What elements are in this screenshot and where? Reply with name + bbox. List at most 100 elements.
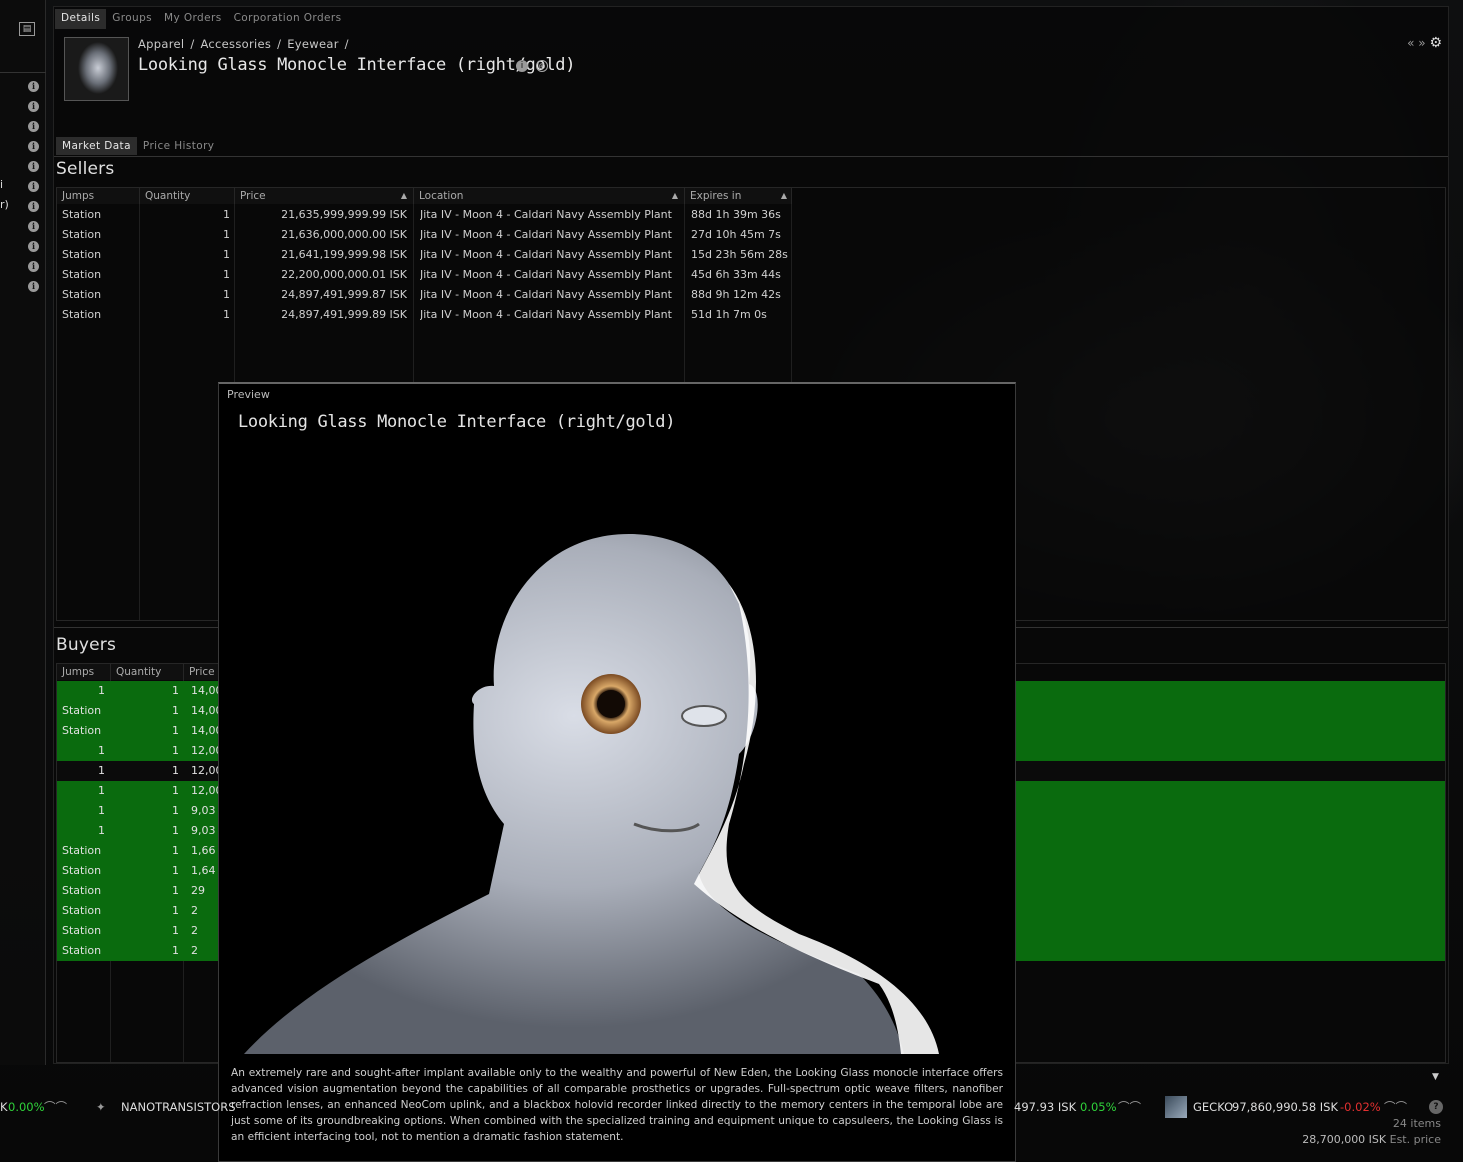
est-price-value: 28,700,000 ISK: [1302, 1133, 1387, 1146]
column-header-expires[interactable]: Expires in ▲: [685, 188, 792, 204]
cell-quantity: 1: [172, 684, 179, 697]
cell-quantity: 1: [172, 904, 179, 917]
cell-quantity: 1: [223, 288, 230, 301]
cell-jumps: Station: [62, 268, 102, 281]
info-icon[interactable]: i: [28, 121, 39, 132]
info-icon[interactable]: i: [28, 221, 39, 232]
dropdown-arrow-icon[interactable]: ▼: [1432, 1072, 1439, 1082]
cell-quantity: 1: [172, 824, 179, 837]
tab-my-orders[interactable]: My Orders: [158, 9, 228, 29]
info-icon[interactable]: i: [28, 201, 39, 212]
gecko-drone-icon[interactable]: [1165, 1096, 1187, 1118]
cell-jumps: 1: [98, 684, 105, 697]
sort-asc-icon: ▲: [671, 191, 678, 200]
info-icon[interactable]: i: [28, 261, 39, 272]
column-header-jumps[interactable]: Jumps: [57, 188, 140, 204]
info-icon[interactable]: i: [28, 181, 39, 192]
breadcrumb[interactable]: Apparel / Accessories / Eyewear /: [138, 37, 349, 51]
cell-jumps: Station: [62, 208, 102, 221]
table-row[interactable]: Station 1 21,636,000,000.00 ISK Jita IV - M…: [57, 225, 797, 245]
market-ticker: K 0.00% ⌒⌒ ✦ NANOTRANSISTORS 497.93 ISK …: [0, 1094, 1463, 1122]
nanotransistor-icon[interactable]: ✦: [96, 1094, 106, 1120]
table-row[interactable]: Station 1 24,897,491,999.87 ISK Jita IV - M…: [57, 285, 797, 305]
cell-quantity: 1: [172, 704, 179, 717]
est-price-label: Est. price: [1389, 1133, 1441, 1146]
cell-jumps: 1: [98, 764, 105, 777]
column-header-price[interactable]: Price ▲: [235, 188, 414, 204]
column-header-quantity[interactable]: Quantity: [140, 188, 235, 204]
left-sidebar: ▤ i i i i i i i i i i i i r): [0, 0, 46, 1065]
info-icon[interactable]: i: [28, 241, 39, 252]
cell-quantity: 1: [172, 944, 179, 957]
history-nav-icon[interactable]: « » ⚙: [1407, 35, 1442, 51]
cell-quantity: 1: [223, 268, 230, 281]
ticker-price: 97,860,990.58 ISK: [1232, 1100, 1339, 1114]
column-header-jumps[interactable]: Jumps: [57, 664, 111, 680]
character-preview-render[interactable]: [239, 524, 999, 1054]
cell-jumps: 1: [98, 824, 105, 837]
preview-window[interactable]: Preview Looking Glass Monocle Interface …: [218, 382, 1016, 1162]
tab-market-data[interactable]: Market Data: [56, 137, 137, 155]
cell-jumps: Station: [62, 864, 102, 877]
cell-quantity: 1: [172, 764, 179, 777]
item-portrait[interactable]: [64, 37, 129, 101]
tab-corporation-orders[interactable]: Corporation Orders: [228, 9, 348, 29]
ticker-change-positive: 0.00%: [8, 1100, 45, 1114]
cell-jumps: Station: [62, 724, 102, 737]
cell-location: Jita IV - Moon 4 - Caldari Navy Assembly…: [420, 268, 672, 281]
cell-quantity: 1: [172, 884, 179, 897]
info-icon[interactable]: i: [28, 281, 39, 292]
info-icon[interactable]: i: [28, 161, 39, 172]
cell-jumps: Station: [62, 704, 102, 717]
tab-price-history[interactable]: Price History: [137, 137, 221, 155]
page-title: Looking Glass Monocle Interface (right/g…: [138, 55, 576, 75]
cell-quantity: 1: [223, 228, 230, 241]
gear-icon[interactable]: ⚙: [1429, 35, 1442, 51]
info-icon[interactable]: i: [516, 60, 528, 72]
info-icon[interactable]: i: [28, 81, 39, 92]
cell-jumps: 1: [98, 804, 105, 817]
tab-details[interactable]: Details: [55, 9, 107, 29]
ticker-item-name[interactable]: NANOTRANSISTORS: [121, 1094, 236, 1120]
cell-jumps: 1: [98, 744, 105, 757]
sidebar-toggle-icon[interactable]: ▤: [19, 22, 35, 36]
ticker-change-positive: 0.05%: [1080, 1100, 1117, 1114]
preview-item-name: Looking Glass Monocle Interface (right/g…: [238, 412, 676, 432]
cell-quantity: 1: [172, 784, 179, 797]
cell-jumps: Station: [62, 904, 102, 917]
help-icon[interactable]: ?: [1429, 1100, 1443, 1114]
ticker-item-name[interactable]: GECKO: [1193, 1094, 1233, 1120]
cell-location: Jita IV - Moon 4 - Caldari Navy Assembly…: [420, 228, 672, 241]
info-icon[interactable]: i: [28, 141, 39, 152]
cell-quantity: 1: [172, 844, 179, 857]
cell-quantity: 1: [223, 308, 230, 321]
cell-expires: 45d 6h 33m 44s: [691, 268, 781, 281]
table-row[interactable]: Station 1 22,200,000,000.01 ISK Jita IV - M…: [57, 265, 797, 285]
cell-price: 24,897,491,999.89 ISK: [281, 308, 407, 321]
cell-jumps: Station: [62, 288, 102, 301]
target-icon[interactable]: ⊕: [536, 60, 548, 72]
sort-asc-icon: ▲: [400, 191, 407, 200]
cell-quantity: 1: [223, 208, 230, 221]
column-header-location[interactable]: Location ▲: [414, 188, 685, 204]
column-header-quantity[interactable]: Quantity: [111, 664, 184, 680]
cell-quantity: 1: [172, 744, 179, 757]
cell-jumps: Station: [62, 924, 102, 937]
info-icon[interactable]: i: [28, 101, 39, 112]
cell-expires: 88d 1h 39m 36s: [691, 208, 781, 221]
tab-groups[interactable]: Groups: [106, 9, 158, 29]
cell-jumps: Station: [62, 248, 102, 261]
cell-jumps: Station: [62, 944, 102, 957]
cell-quantity: 1: [223, 248, 230, 261]
truncated-list-text: r): [0, 198, 9, 211]
sparkline-icon: ⌒⌒: [44, 1100, 67, 1114]
column-label: Location: [419, 190, 464, 202]
truncated-list-text: i: [0, 178, 4, 191]
cell-jumps: Station: [62, 308, 102, 321]
table-row[interactable]: Station 1 21,641,199,999.98 ISK Jita IV - M…: [57, 245, 797, 265]
cell-price: 21,635,999,999.99 ISK: [281, 208, 407, 221]
nav-arrows[interactable]: « »: [1407, 36, 1426, 50]
table-row[interactable]: Station 1 24,897,491,999.89 ISK Jita IV - M…: [57, 305, 797, 325]
table-row[interactable]: Station 1 21,635,999,999.99 ISK Jita IV - M…: [57, 205, 797, 225]
ticker-price: 497.93 ISK: [1014, 1100, 1077, 1114]
